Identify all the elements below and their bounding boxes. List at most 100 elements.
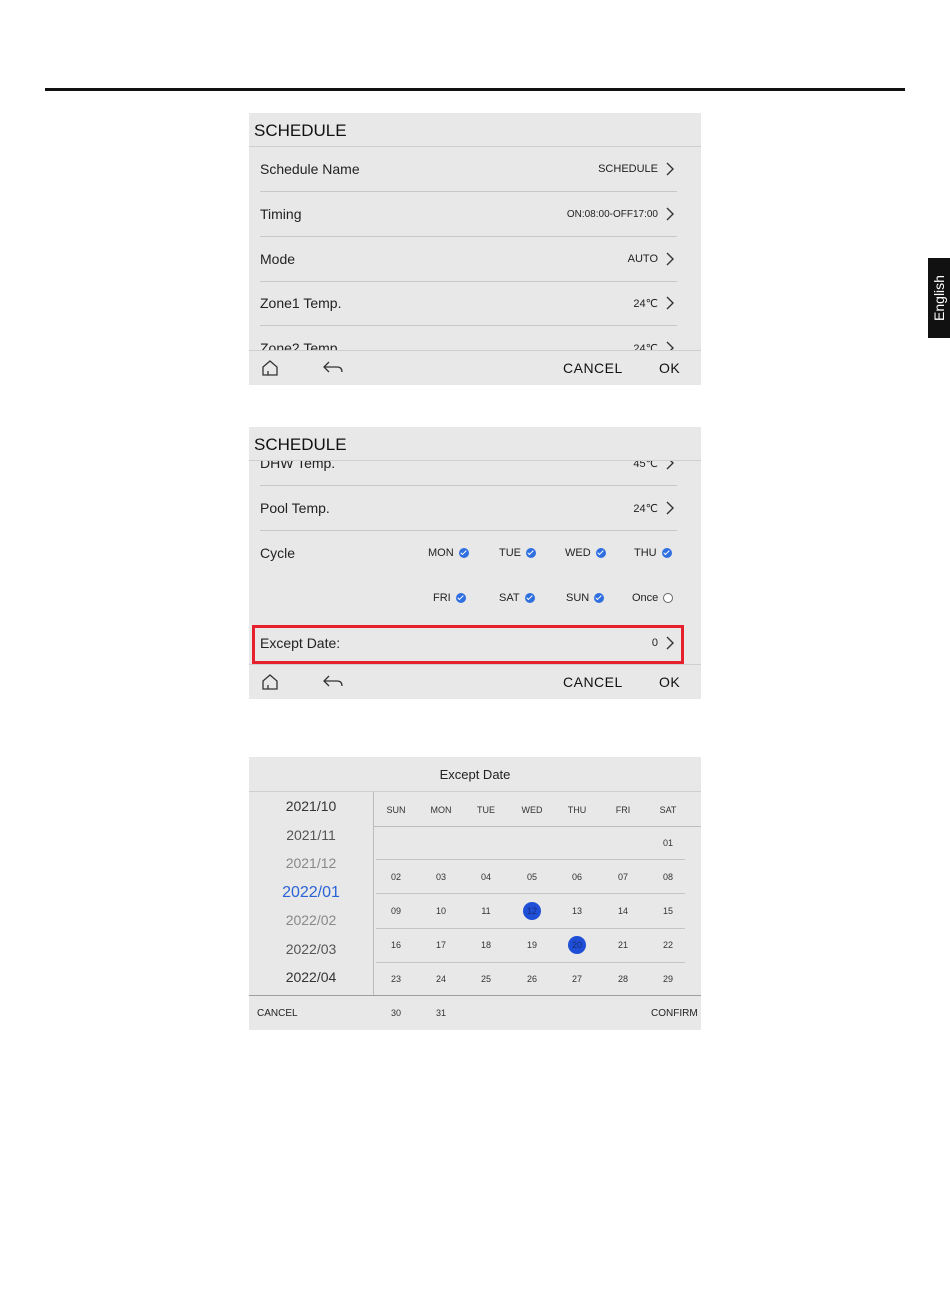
date-cell[interactable]: 29 — [659, 970, 677, 988]
home-icon[interactable] — [261, 673, 279, 691]
bottom-bar: CANCEL OK — [249, 350, 701, 385]
row-zone2-temp[interactable]: Zone2 Temp. 24℃ — [260, 326, 677, 351]
chevron-right-icon — [666, 461, 674, 470]
day-fri-toggle[interactable]: FRI — [433, 592, 466, 604]
date-cell[interactable]: 01 — [659, 834, 677, 852]
date-cell[interactable]: 21 — [614, 936, 632, 954]
month-option[interactable]: 2022/03 — [249, 941, 373, 957]
date-cell[interactable]: 25 — [477, 970, 495, 988]
schedule-screen-1: SCHEDULE Schedule Name SCHEDULE Timing O… — [249, 113, 701, 385]
back-arrow-icon[interactable] — [322, 360, 344, 376]
except-date-highlight — [252, 625, 684, 664]
row-timing[interactable]: Timing ON:08:00-OFF17:00 — [260, 192, 677, 237]
weekday-label: TUE — [477, 805, 495, 815]
date-cell[interactable]: 13 — [568, 902, 586, 920]
ok-button[interactable]: OK — [659, 674, 680, 690]
date-cell[interactable]: 12 — [523, 902, 541, 920]
back-arrow-icon[interactable] — [322, 674, 344, 690]
day-label: WED — [565, 547, 591, 559]
row-label: Zone1 Temp. — [260, 295, 342, 311]
day-label: MON — [428, 547, 454, 559]
language-label: English — [931, 275, 948, 321]
settings-list[interactable]: Schedule Name SCHEDULE Timing ON:08:00-O… — [249, 147, 701, 351]
date-cell[interactable]: 03 — [432, 868, 450, 886]
date-cell[interactable]: 16 — [387, 936, 405, 954]
day-sun-toggle[interactable]: SUN — [566, 592, 605, 604]
ok-button[interactable]: OK — [659, 360, 680, 376]
row-value: AUTO — [627, 253, 658, 265]
row-label: Mode — [260, 251, 296, 267]
schedule-screen-2: SCHEDULE DHW Temp. 45℃ Pool Temp. 24℃ Cy… — [249, 427, 701, 699]
day-wed-toggle[interactable]: WED — [565, 547, 606, 559]
once-radio[interactable]: Once — [632, 592, 674, 604]
day-thu-toggle[interactable]: THU — [634, 547, 672, 559]
date-cell[interactable]: 18 — [477, 936, 495, 954]
row-value: SCHEDULE — [598, 163, 658, 175]
date-cell[interactable]: 09 — [387, 902, 405, 920]
date-cell[interactable]: 22 — [659, 936, 677, 954]
day-label: THU — [634, 547, 657, 559]
row-value: ON:08:00-OFF17:00 — [566, 209, 658, 220]
date-cell[interactable]: 04 — [477, 868, 495, 886]
cancel-button[interactable]: CANCEL — [257, 1008, 298, 1019]
settings-list[interactable]: DHW Temp. 45℃ Pool Temp. 24℃ Cycle MON T… — [249, 461, 701, 665]
confirm-button[interactable]: CONFIRM — [651, 1008, 698, 1019]
date-cell[interactable]: 28 — [614, 970, 632, 988]
check-icon — [661, 548, 672, 558]
date-cell[interactable]: 02 — [387, 868, 405, 886]
row-mode[interactable]: Mode AUTO — [260, 237, 677, 282]
month-option[interactable]: 2022/04 — [249, 969, 373, 985]
row-zone1-temp[interactable]: Zone1 Temp. 24℃ — [260, 281, 677, 326]
date-cell[interactable]: 08 — [659, 868, 677, 886]
weekday-label: SAT — [659, 805, 677, 815]
date-cell[interactable]: 14 — [614, 902, 632, 920]
date-cell[interactable]: 17 — [432, 936, 450, 954]
row-label: Pool Temp. — [260, 500, 330, 516]
date-cell[interactable]: 06 — [568, 868, 586, 886]
date-cell[interactable]: 30 — [387, 1004, 405, 1022]
date-cell[interactable]: 27 — [568, 970, 586, 988]
month-picker[interactable]: 2021/10 2021/11 2021/12 2022/01 2022/02 2022/… — [249, 792, 374, 995]
date-cell[interactable]: 10 — [432, 902, 450, 920]
month-option[interactable]: 2021/10 — [249, 798, 373, 814]
language-side-tab: English — [928, 258, 950, 338]
row-dhw-temp[interactable]: DHW Temp. 45℃ — [260, 461, 677, 486]
month-option[interactable]: 2022/02 — [249, 912, 373, 928]
chevron-right-icon — [666, 252, 674, 266]
grid-line — [376, 962, 685, 963]
row-schedule-name[interactable]: Schedule Name SCHEDULE — [260, 147, 677, 192]
day-sat-toggle[interactable]: SAT — [499, 592, 535, 604]
except-date-dialog: Except Date 2021/10 2021/11 2021/12 2022/01… — [249, 757, 701, 1030]
month-option[interactable]: 2021/12 — [249, 855, 373, 871]
weekday-header: SUN MON TUE WED THU FRI SAT — [373, 792, 701, 827]
row-pool-temp[interactable]: Pool Temp. 24℃ — [260, 486, 677, 531]
row-label: DHW Temp. — [260, 461, 336, 471]
row-value: 24℃ — [633, 503, 658, 515]
cancel-button[interactable]: CANCEL — [563, 674, 623, 690]
day-tue-toggle[interactable]: TUE — [499, 547, 536, 559]
day-mon-toggle[interactable]: MON — [428, 547, 469, 559]
bottom-bar: CANCEL OK — [249, 664, 701, 699]
date-cell[interactable]: 15 — [659, 902, 677, 920]
date-cell[interactable]: 24 — [432, 970, 450, 988]
row-label: Timing — [260, 206, 302, 222]
home-icon[interactable] — [261, 359, 279, 377]
date-cell[interactable]: 26 — [523, 970, 541, 988]
month-option[interactable]: 2022/01 — [249, 884, 373, 902]
radio-icon — [663, 593, 674, 603]
date-cell[interactable]: 23 — [387, 970, 405, 988]
grid-line — [376, 893, 685, 894]
month-option[interactable]: 2021/11 — [249, 827, 373, 843]
weekday-label: THU — [567, 805, 587, 815]
date-cell[interactable]: 07 — [614, 868, 632, 886]
check-icon — [455, 593, 466, 603]
date-cell[interactable]: 20 — [568, 936, 586, 954]
date-cell[interactable]: 31 — [432, 1004, 450, 1022]
check-icon — [524, 593, 535, 603]
date-cell[interactable]: 19 — [523, 936, 541, 954]
date-cell[interactable]: 11 — [477, 902, 495, 920]
row-value: 45℃ — [633, 461, 658, 470]
cancel-button[interactable]: CANCEL — [563, 360, 623, 376]
grid-line — [376, 859, 685, 860]
date-cell[interactable]: 05 — [523, 868, 541, 886]
